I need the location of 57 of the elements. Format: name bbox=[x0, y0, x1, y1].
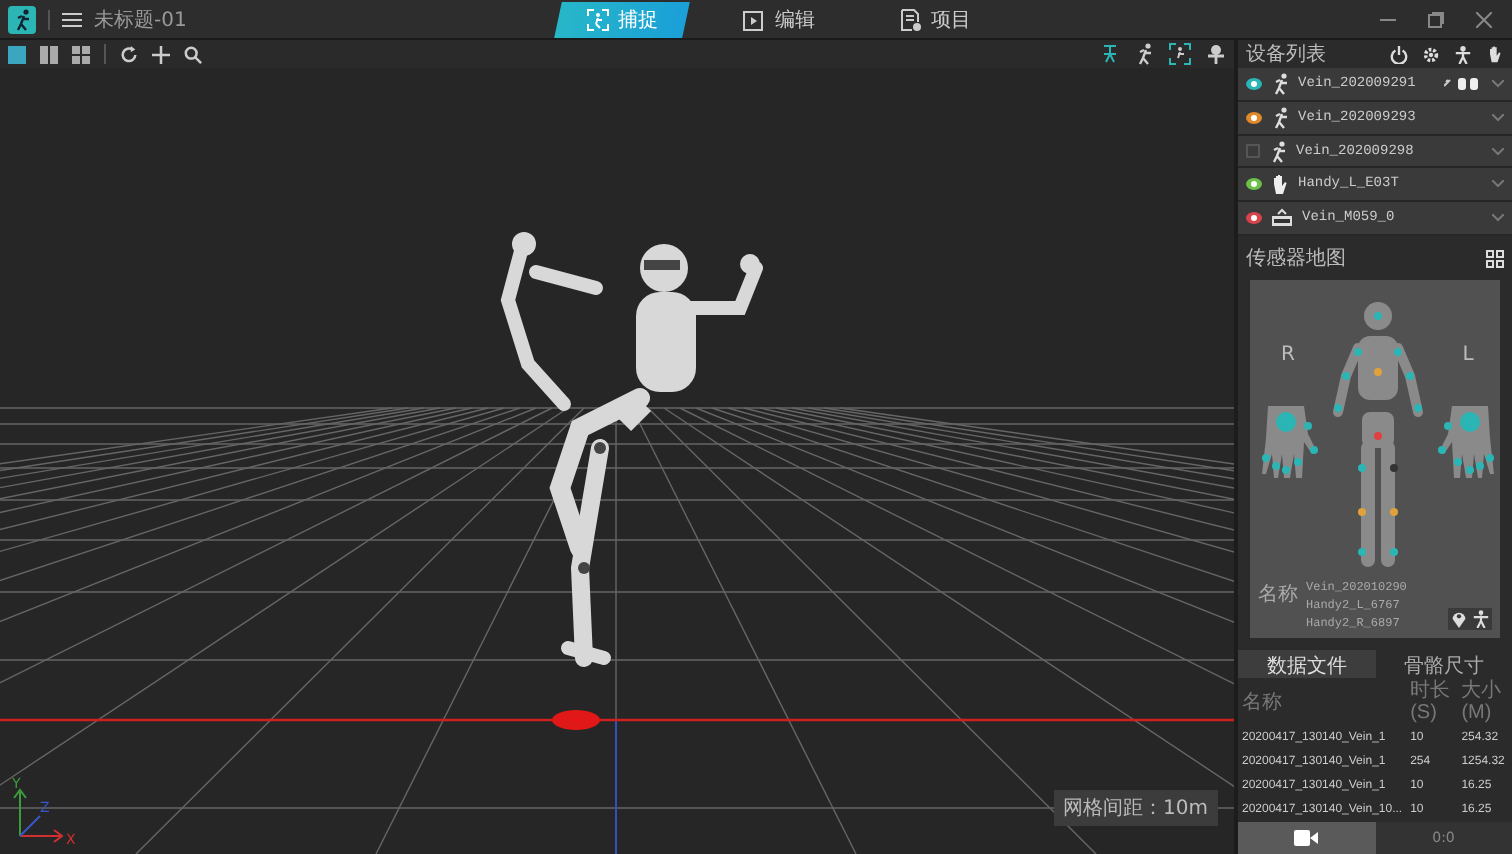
side-label: R bbox=[1281, 344, 1295, 367]
move-icon[interactable] bbox=[152, 45, 170, 63]
maximize-icon[interactable] bbox=[1428, 11, 1444, 27]
device-box-icon bbox=[1270, 208, 1294, 229]
chevron-down-icon[interactable] bbox=[1492, 79, 1504, 88]
column-header: 名称 bbox=[1240, 689, 1284, 718]
app-logo-icon bbox=[8, 5, 36, 33]
panel-tab[interactable]: 数据文件 bbox=[1238, 650, 1375, 679]
axis-gizmo-drawing bbox=[13, 788, 64, 843]
power-icon[interactable] bbox=[1390, 45, 1408, 63]
visibility-checkbox[interactable] bbox=[1246, 144, 1260, 159]
column-header: 时长(S) bbox=[1408, 678, 1453, 727]
chevron-down-icon[interactable] bbox=[1492, 180, 1504, 189]
camera-tab[interactable] bbox=[1238, 822, 1375, 854]
standing-figure-icon[interactable] bbox=[1454, 45, 1472, 63]
visibility-eye-icon[interactable] bbox=[1246, 77, 1262, 90]
mode-tab[interactable]: 项目 bbox=[870, 1, 999, 37]
standing-figure-icon[interactable] bbox=[1100, 44, 1120, 64]
visibility-eye-icon[interactable] bbox=[1246, 178, 1262, 191]
layout-button[interactable] bbox=[72, 45, 90, 63]
standing-figure-button[interactable] bbox=[1470, 608, 1492, 631]
running-figure-icon bbox=[1270, 71, 1290, 96]
search-icon[interactable] bbox=[184, 45, 202, 63]
video-camera-icon bbox=[1294, 830, 1319, 847]
visibility-eye-icon[interactable] bbox=[1246, 111, 1262, 124]
menu-icon[interactable] bbox=[62, 11, 82, 27]
capture-icon bbox=[586, 7, 611, 31]
side-label: L bbox=[1462, 344, 1474, 367]
running-figure-icon[interactable] bbox=[1134, 42, 1154, 66]
panel-tab[interactable]: 骨骼尺寸 bbox=[1375, 650, 1512, 679]
panel-title: 设备列表 bbox=[1246, 41, 1326, 68]
play-frame-icon bbox=[742, 7, 767, 31]
visibility-eye-icon[interactable] bbox=[1246, 212, 1262, 225]
grid-view-icon[interactable] bbox=[1486, 249, 1504, 268]
hand-icon[interactable] bbox=[1486, 44, 1504, 64]
window-title: 未标题-01 bbox=[94, 7, 187, 33]
origin-marker bbox=[552, 710, 600, 730]
column-header: 大小(M) bbox=[1459, 678, 1504, 727]
chevron-down-icon[interactable] bbox=[1492, 113, 1504, 122]
name-label: 名称 bbox=[1258, 582, 1298, 609]
chevron-down-icon[interactable] bbox=[1492, 147, 1504, 156]
document-icon bbox=[898, 7, 923, 31]
grid-spacing-label: 网格间距：10m bbox=[1053, 790, 1218, 826]
layout-button[interactable] bbox=[8, 45, 26, 63]
running-figure-icon bbox=[1270, 105, 1290, 130]
chevron-down-icon[interactable] bbox=[1492, 214, 1504, 223]
figure-icon[interactable] bbox=[1206, 44, 1226, 64]
capture-figure-icon[interactable] bbox=[1168, 42, 1192, 66]
refresh-icon[interactable] bbox=[120, 45, 138, 63]
running-figure-icon bbox=[1268, 139, 1288, 164]
mode-tab[interactable]: 编辑 bbox=[714, 1, 843, 37]
close-icon[interactable] bbox=[1476, 11, 1492, 27]
panel-title: 传感器地图 bbox=[1246, 245, 1346, 273]
settings-icon[interactable] bbox=[1422, 45, 1440, 63]
hand-icon bbox=[1270, 172, 1290, 197]
layout-button[interactable] bbox=[40, 45, 58, 63]
location-pin-button[interactable] bbox=[1448, 608, 1470, 631]
